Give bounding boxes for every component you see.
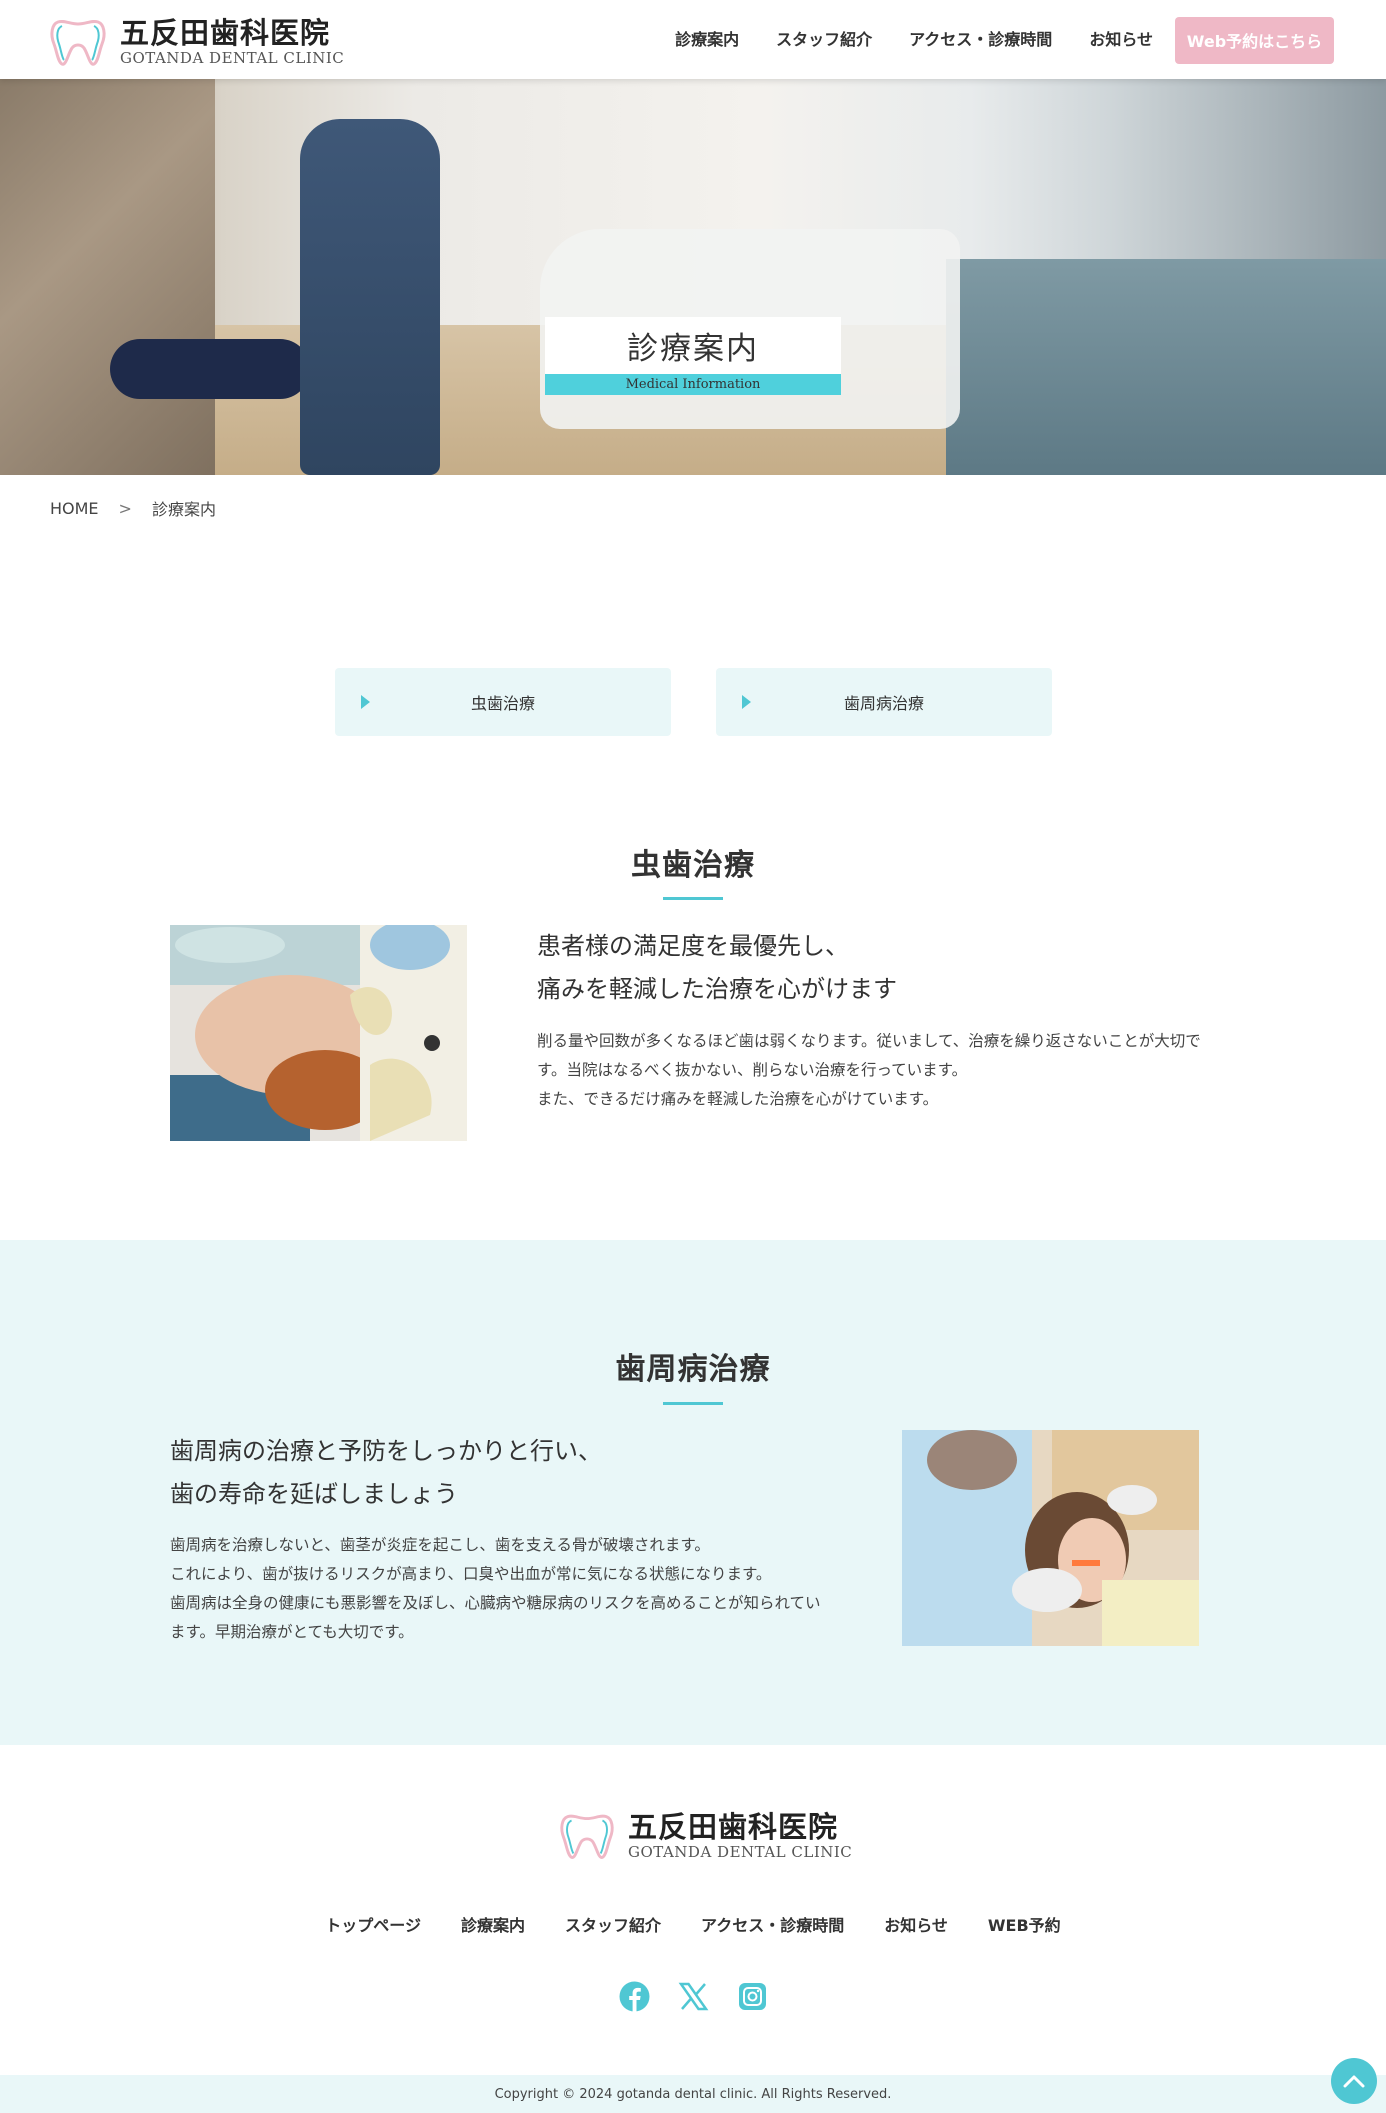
caries-lead-line2: 痛みを軽減した治療を心がけます (537, 975, 897, 1003)
perio-lead: 歯周病の治療と予防をしっかりと行い、 歯の寿命を延ばしましょう (170, 1430, 602, 1516)
footer-logo-subtitle: GOTANDA DENTAL CLINIC (628, 1843, 853, 1861)
anchor-caries-button[interactable]: 虫歯治療 (335, 668, 671, 736)
web-reserve-button[interactable]: Web予約はこちら (1175, 16, 1334, 64)
perio-body-line4: ます。早期治療がとても大切です。 (170, 1623, 414, 1641)
footer-nav-medical-info[interactable]: 診療案内 (461, 1912, 525, 1936)
global-nav: 診療案内 スタッフ紹介 アクセス・診療時間 お知らせ Web予約はこちら (675, 16, 1334, 64)
caries-body-line3: また、できるだけ痛みを軽減した治療を心がけています。 (537, 1090, 939, 1108)
hero-title-box: 診療案内 Medical Information (545, 317, 841, 397)
chevron-up-icon (1343, 2075, 1365, 2088)
caries-lead: 患者様の満足度を最優先し、 痛みを軽減した治療を心がけます (537, 925, 897, 1011)
copyright-bar: Copyright © 2024 gotanda dental clinic. … (0, 2075, 1386, 2113)
perio-title: 歯周病治療 (615, 1352, 771, 1387)
logo-subtitle: GOTANDA DENTAL CLINIC (120, 49, 345, 67)
breadcrumb-separator: > (118, 498, 132, 518)
breadcrumb: HOME > 診療案内 (50, 496, 216, 520)
triangle-right-icon (361, 695, 370, 709)
nav-staff[interactable]: スタッフ紹介 (776, 16, 872, 64)
instagram-icon[interactable] (737, 1981, 768, 2012)
footer-nav: トップページ 診療案内 スタッフ紹介 アクセス・診療時間 お知らせ WEB予約 (0, 1912, 1386, 1936)
caries-title: 虫歯治療 (631, 848, 755, 883)
breadcrumb-home[interactable]: HOME (50, 499, 99, 518)
perio-body-line2: これにより、歯が抜けるリスクが高まり、口臭や出血が常に気になる状態になります。 (170, 1565, 772, 1583)
perio-lead-line1: 歯周病の治療と予防をしっかりと行い、 (170, 1437, 602, 1465)
caries-photo (170, 925, 467, 1141)
footer-nav-top[interactable]: トップページ (325, 1912, 421, 1936)
perio-title-underline (663, 1402, 723, 1405)
hero-dentist (300, 119, 440, 475)
page-top-button[interactable] (1331, 2058, 1377, 2104)
caries-title-underline (663, 897, 723, 900)
footer-nav-staff[interactable]: スタッフ紹介 (565, 1912, 661, 1936)
caries-lead-line1: 患者様の満足度を最優先し、 (537, 932, 849, 960)
tooth-logo-icon (560, 1814, 614, 1859)
perio-body-line3: 歯周病は全身の健康にも悪影響を及ぼし、心臓病や糖尿病のリスクを高めることが知られ… (170, 1594, 821, 1612)
anchor-perio-button[interactable]: 歯周病治療 (716, 668, 1052, 736)
perio-lead-line2: 歯の寿命を延ばしましょう (170, 1480, 458, 1508)
hero-banner: 診療案内 Medical Information (0, 79, 1386, 475)
site-logo[interactable]: 五反田歯科医院 GOTANDA DENTAL CLINIC (48, 16, 344, 68)
caries-body-line2: す。当院はなるべく抜かない、削らない治療を行っています。 (537, 1061, 968, 1079)
footer-nav-web-reserve[interactable]: WEB予約 (988, 1912, 1061, 1936)
logo-title: 五反田歯科医院 (120, 16, 331, 50)
footer-logo-title: 五反田歯科医院 (628, 1810, 839, 1844)
footer-nav-news[interactable]: お知らせ (884, 1912, 948, 1936)
hero-stool (110, 339, 310, 399)
page-subtitle: Medical Information (545, 374, 841, 395)
hero-pool (946, 259, 1386, 475)
caries-body-line1: 削る量や回数が多くなるほど歯は弱くなります。従いまして、治療を繰り返さないことが… (537, 1032, 1201, 1050)
tooth-logo-icon (50, 19, 106, 66)
footer-logo[interactable]: 五反田歯科医院 GOTANDA DENTAL CLINIC (558, 1810, 852, 1862)
page-title: 診療案内 (545, 317, 841, 374)
triangle-right-icon (742, 695, 751, 709)
perio-body: 歯周病を治療しないと、歯茎が炎症を起こし、歯を支える骨が破壊されます。 これによ… (170, 1531, 821, 1647)
nav-news[interactable]: お知らせ (1089, 16, 1153, 64)
facebook-icon[interactable] (619, 1981, 650, 2012)
hero-stone-wall (0, 79, 215, 475)
nav-access-hours[interactable]: アクセス・診療時間 (909, 16, 1052, 64)
social-links (0, 1981, 1386, 2012)
x-icon[interactable] (678, 1981, 709, 2012)
site-header: 五反田歯科医院 GOTANDA DENTAL CLINIC 診療案内 スタッフ紹… (0, 0, 1386, 79)
anchor-caries-label: 虫歯治療 (470, 694, 535, 713)
anchor-perio-label: 歯周病治療 (843, 694, 924, 713)
copyright-text: Copyright © 2024 gotanda dental clinic. … (494, 2086, 892, 2102)
perio-body-line1: 歯周病を治療しないと、歯茎が炎症を起こし、歯を支える骨が破壊されます。 (170, 1536, 710, 1554)
caries-body: 削る量や回数が多くなるほど歯は弱くなります。従いまして、治療を繰り返さないことが… (537, 1027, 1201, 1114)
footer-nav-access-hours[interactable]: アクセス・診療時間 (701, 1912, 844, 1936)
nav-medical-info[interactable]: 診療案内 (675, 16, 739, 64)
perio-photo (902, 1430, 1199, 1646)
breadcrumb-current: 診療案内 (151, 500, 216, 519)
